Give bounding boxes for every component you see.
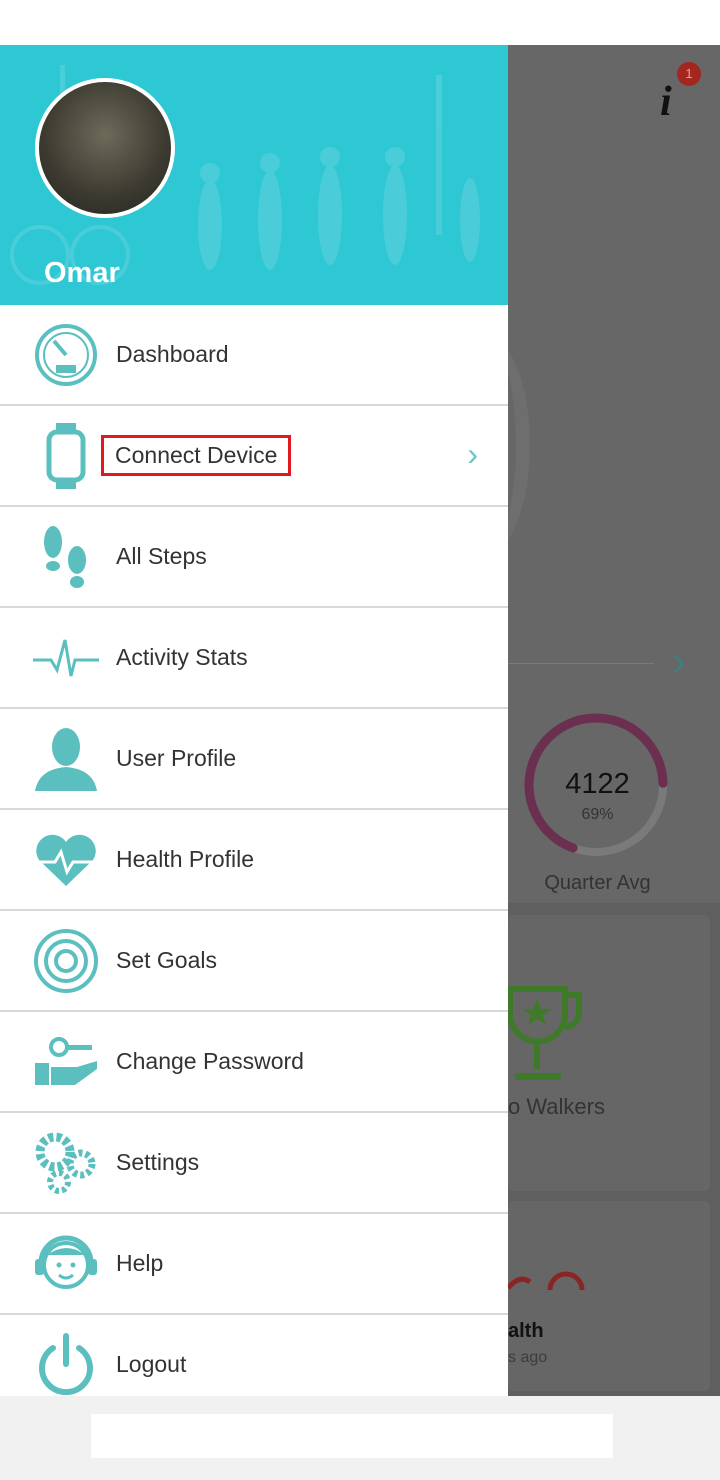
menu-item-set-goals[interactable]: Set Goals xyxy=(0,911,508,1012)
menu-item-dashboard[interactable]: Dashboard xyxy=(0,305,508,406)
health-card-time: s ago xyxy=(508,1349,548,1366)
menu-item-change-password[interactable]: Change Password xyxy=(0,1012,508,1113)
menu-item-label: Settings xyxy=(116,1149,200,1175)
menu-item-all-steps[interactable]: All Steps xyxy=(0,507,508,608)
footprints-icon xyxy=(31,522,101,592)
power-icon xyxy=(31,1330,101,1400)
heart-pulse-icon xyxy=(31,825,101,895)
menu-item-label: Help xyxy=(116,1250,164,1276)
bottom-bar xyxy=(0,1396,720,1480)
target-icon xyxy=(31,926,101,996)
quarter-avg-value: 4122 xyxy=(565,768,630,800)
menu-item-label: Activity Stats xyxy=(116,644,248,670)
menu-item-label: Set Goals xyxy=(116,947,217,973)
menu-item-label: User Profile xyxy=(116,745,237,771)
support-headset-icon xyxy=(31,1229,101,1299)
quarter-avg-label: Quarter Avg xyxy=(544,872,651,894)
avatar[interactable] xyxy=(35,78,175,218)
key-hand-icon xyxy=(31,1027,101,1097)
chevron-right-icon: › xyxy=(467,436,478,472)
chevron-right-icon: › xyxy=(672,640,686,684)
menu-item-label: Dashboard xyxy=(116,341,229,367)
smartwatch-icon xyxy=(31,421,101,491)
user-name: Omar xyxy=(44,257,120,289)
dashboard-gauge-icon xyxy=(31,320,101,390)
menu-item-user-profile[interactable]: User Profile xyxy=(0,709,508,810)
menu-item-settings[interactable]: Settings xyxy=(0,1113,508,1214)
menu-item-health-profile[interactable]: Health Profile xyxy=(0,810,508,911)
notification-badge: 1 xyxy=(677,62,701,86)
divider xyxy=(508,663,654,664)
info-icon: i xyxy=(660,79,672,125)
bottom-input-area[interactable] xyxy=(91,1414,613,1458)
menu-item-label: Connect Device xyxy=(100,435,292,476)
menu-item-connect-device[interactable]: Connect Device › xyxy=(0,406,508,507)
menu-item-label: All Steps xyxy=(116,543,207,569)
menu-item-activity-stats[interactable]: Activity Stats xyxy=(0,608,508,709)
menu-item-label: Health Profile xyxy=(116,846,255,872)
pulse-line-icon xyxy=(31,623,101,693)
user-silhouette-icon xyxy=(31,724,101,794)
drawer-header: Omar xyxy=(0,45,508,305)
walkers-label: o Walkers xyxy=(508,1094,605,1119)
trophy-icon xyxy=(507,986,582,1080)
menu-item-help[interactable]: Help xyxy=(0,1214,508,1315)
navigation-drawer: Omar Dashboard Connect Device › All Steps Ac… xyxy=(0,45,508,1416)
gears-icon xyxy=(31,1128,101,1198)
health-icon xyxy=(508,1271,585,1291)
quarter-avg-percent: 69% xyxy=(581,806,614,823)
health-card-title: alth xyxy=(508,1320,544,1342)
menu-item-label: Change Password xyxy=(116,1048,304,1074)
menu-item-label: Logout xyxy=(116,1351,187,1377)
